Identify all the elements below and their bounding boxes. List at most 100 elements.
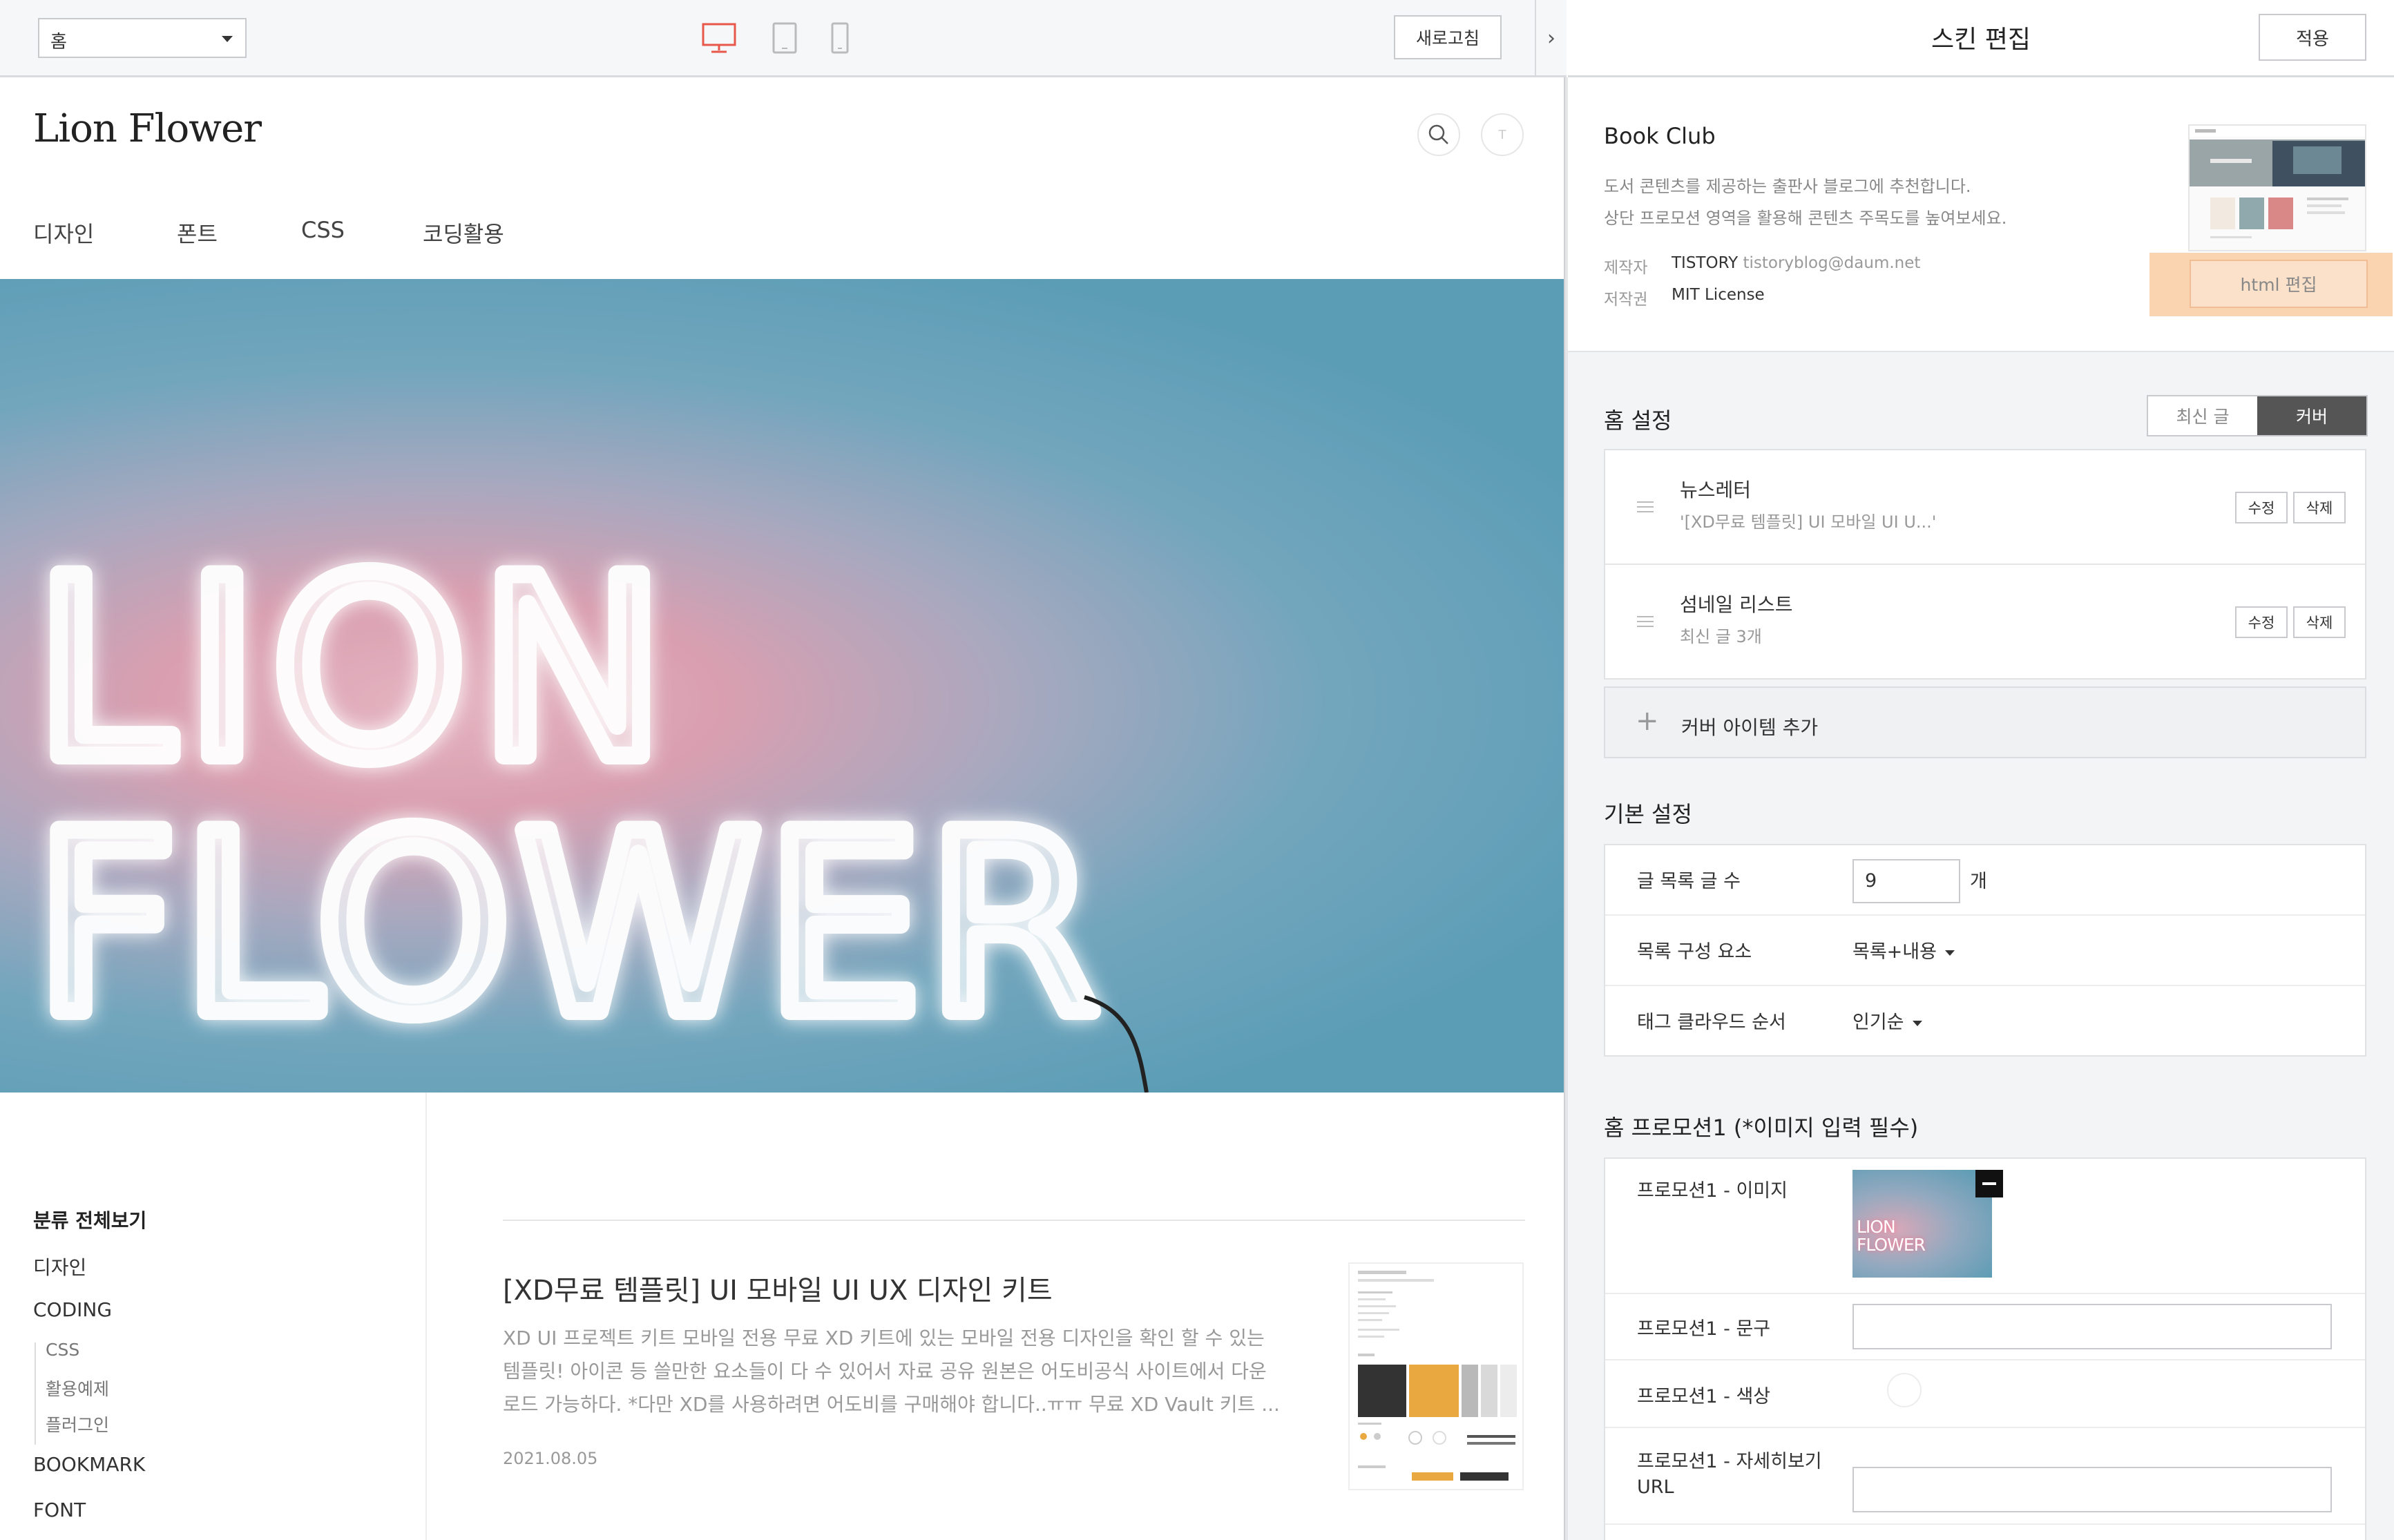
avatar[interactable]: T (1481, 113, 1524, 156)
skin-description-line: 도서 콘텐츠를 제공하는 출판사 블로그에 추천합니다. (1604, 177, 1971, 196)
nav-item-design[interactable]: 디자인 (33, 217, 94, 249)
promotion-text-label: 프로모션1 - 문구 (1637, 1318, 1771, 1340)
post-divider (503, 1220, 1525, 1221)
setting-row: 글 목록 글 수 9 개 (1605, 845, 2365, 916)
nav-item-coding[interactable]: 코딩활용 (423, 217, 504, 249)
collapse-panel-icon[interactable]: › (1535, 0, 1567, 76)
refresh-button[interactable]: 새로고침 (1394, 15, 1502, 59)
cover-item[interactable]: 뉴스레터 '[XD무료 템플릿] UI 모바일 UI U...' 수정 삭제 (1605, 450, 2365, 565)
promotion-card: 프로모션1 - 이미지 LION FLOWER 프로모션1 - 문구 프로모션1… (1604, 1157, 2366, 1540)
blog-preview: 홈 새로고침 › Lion Flower T 디자인 폰트 CSS 코딩활용 L… (0, 0, 1567, 1540)
html-edit-button[interactable]: html 편집 (2190, 260, 2368, 308)
post-list: [XD무료 템플릿] UI 모바일 UI UX 디자인 키트 XD UI 프로젝… (427, 1093, 1567, 1540)
page-select[interactable]: 홈 (38, 18, 247, 58)
setting-row: 프로모션1 - 색상 (1605, 1360, 2365, 1428)
caret-down-icon (1944, 950, 1955, 956)
hero-image: LION FLOWER (0, 279, 1564, 1093)
basic-settings-card: 글 목록 글 수 9 개 목록 구성 요소 목록+내용 태그 클라우드 순서 인… (1604, 844, 2366, 1057)
promotion-color-label: 프로모션1 - 색상 (1637, 1386, 1771, 1407)
preview-toolbar: 홈 새로고침 › (0, 0, 1567, 77)
home-settings-title: 홈 설정 (1604, 407, 1672, 434)
add-cover-item-button[interactable]: + 커버 아이템 추가 (1604, 686, 2366, 758)
edit-button[interactable]: 수정 (2235, 606, 2288, 638)
subcategory-plugins[interactable]: 플러그인 (46, 1412, 109, 1436)
subcategory-examples[interactable]: 활용예제 (46, 1376, 109, 1401)
category-font[interactable]: FONT (33, 1499, 86, 1521)
tab-recent-posts[interactable]: 최신 글 (2148, 396, 2257, 435)
promotion-image[interactable]: LION FLOWER (1852, 1170, 1992, 1278)
cover-item-name: 섬네일 리스트 (1680, 593, 1793, 616)
list-elements-label: 목록 구성 요소 (1637, 941, 1752, 963)
nav-item-css[interactable]: CSS (301, 217, 345, 243)
cover-item-summary: 최신 글 3개 (1680, 627, 1762, 646)
maker-email: tistoryblog@daum.net (1743, 254, 1921, 272)
post-count-label: 글 목록 글 수 (1637, 871, 1741, 892)
maker-value: TISTORY tistoryblog@daum.net (1672, 254, 1920, 272)
nav-item-font[interactable]: 폰트 (177, 217, 218, 249)
maker-label: 제작자 (1604, 259, 1648, 277)
setting-row: 프로모션1 - 문구 (1605, 1294, 2365, 1360)
blog-title[interactable]: Lion Flower (33, 106, 262, 151)
delete-button[interactable]: 삭제 (2293, 606, 2346, 638)
category-sidebar: 분류 전체보기 디자인 CODING CSS 활용예제 플러그인 BOOKMAR… (0, 1093, 427, 1540)
cover-item-list: 뉴스레터 '[XD무료 템플릿] UI 모바일 UI U...' 수정 삭제 섬… (1604, 449, 2366, 680)
basic-settings-title: 기본 설정 (1604, 801, 1692, 827)
category-bookmark[interactable]: BOOKMARK (33, 1453, 145, 1476)
cover-item-summary: '[XD무료 템플릿] UI 모바일 UI U...' (1680, 512, 1937, 532)
promotion-image-text: LION FLOWER (1857, 1217, 1926, 1255)
mobile-icon[interactable] (830, 22, 850, 54)
add-cover-item-label: 커버 아이템 추가 (1681, 716, 1819, 739)
post-excerpt-line: 템플릿! 아이콘 등 쓸만한 요소들이 다 수 있어서 자료 공유 원본은 어도… (503, 1360, 1267, 1383)
list-elements-select[interactable]: 목록+내용 (1852, 936, 1955, 963)
caret-down-icon (222, 36, 233, 42)
cover-item[interactable]: 섬네일 리스트 최신 글 3개 수정 삭제 (1605, 565, 2365, 680)
delete-button[interactable]: 삭제 (2293, 492, 2346, 523)
tab-cover[interactable]: 커버 (2257, 396, 2366, 435)
setting-row: 목록 구성 요소 목록+내용 (1605, 916, 2365, 986)
category-coding[interactable]: CODING (33, 1298, 112, 1321)
post-count-unit: 개 (1970, 871, 1987, 892)
search-icon[interactable] (1417, 113, 1460, 156)
promotion-url-input[interactable] (1852, 1467, 2332, 1512)
tag-cloud-label: 태그 클라우드 순서 (1637, 1012, 1786, 1033)
tag-cloud-value: 인기순 (1852, 1012, 1904, 1033)
promotion-url-label-suffix: URL (1637, 1476, 1674, 1498)
promotion-title: 홈 프로모션1 (*이미지 입력 필수) (1604, 1115, 1919, 1141)
desktop-icon[interactable] (702, 22, 736, 54)
caret-down-icon (1912, 1020, 1922, 1026)
editor-header: 스킨 편집 적용 (1568, 0, 2394, 77)
cover-item-name: 뉴스레터 (1680, 479, 1752, 501)
license-value: MIT License (1672, 286, 1765, 304)
tablet-icon[interactable] (772, 22, 797, 54)
tag-cloud-select[interactable]: 인기순 (1852, 1007, 1922, 1034)
blog-header: Lion Flower T 디자인 폰트 CSS 코딩활용 (0, 77, 1567, 279)
promotion-image-label: 프로모션1 - 이미지 (1637, 1180, 1788, 1202)
apply-button[interactable]: 적용 (2259, 14, 2366, 61)
plus-icon: + (1636, 705, 1659, 737)
post-excerpt-line: XD UI 프로젝트 키트 모바일 전용 무료 XD 키트에 있는 모바일 전용… (503, 1327, 1265, 1349)
subcategory-css[interactable]: CSS (46, 1340, 79, 1360)
edit-button[interactable]: 수정 (2235, 492, 2288, 523)
list-elements-value: 목록+내용 (1852, 941, 1937, 963)
post-date: 2021.08.05 (503, 1449, 598, 1468)
page-select-value: 홈 (50, 32, 67, 52)
maker-name: TISTORY (1672, 254, 1739, 272)
drag-handle-icon[interactable] (1637, 501, 1654, 516)
drag-handle-icon[interactable] (1637, 616, 1654, 631)
category-design[interactable]: 디자인 (33, 1253, 86, 1280)
color-picker[interactable] (1887, 1373, 1922, 1407)
category-all[interactable]: 분류 전체보기 (33, 1206, 146, 1233)
promotion-text-input[interactable] (1852, 1304, 2332, 1349)
hero-neon-line2: FLOWER (35, 780, 1104, 1070)
skin-thumbnail (2188, 124, 2366, 251)
subcategory-divider (35, 1342, 36, 1445)
hero-neon-line1: LION (35, 525, 678, 814)
post-excerpt-line: 로드 가능하다. *다만 XD를 사용하려면 어도비를 구매해야 합니다..ㅠㅠ… (503, 1393, 1280, 1416)
post-count-input[interactable]: 9 (1852, 859, 1960, 903)
skin-info: Book Club 도서 콘텐츠를 제공하는 출판사 블로그에 추천합니다. 상… (1568, 77, 2394, 352)
post-title[interactable]: [XD무료 템플릿] UI 모바일 UI UX 디자인 키트 (503, 1268, 1053, 1308)
setting-row: 프로모션1 - 이미지 LION FLOWER (1605, 1159, 2365, 1294)
post-thumbnail[interactable] (1348, 1262, 1524, 1490)
remove-image-icon[interactable] (1975, 1170, 2003, 1197)
skin-editor-panel: 스킨 편집 적용 Book Club 도서 콘텐츠를 제공하는 출판사 블로그에… (1568, 0, 2394, 1540)
